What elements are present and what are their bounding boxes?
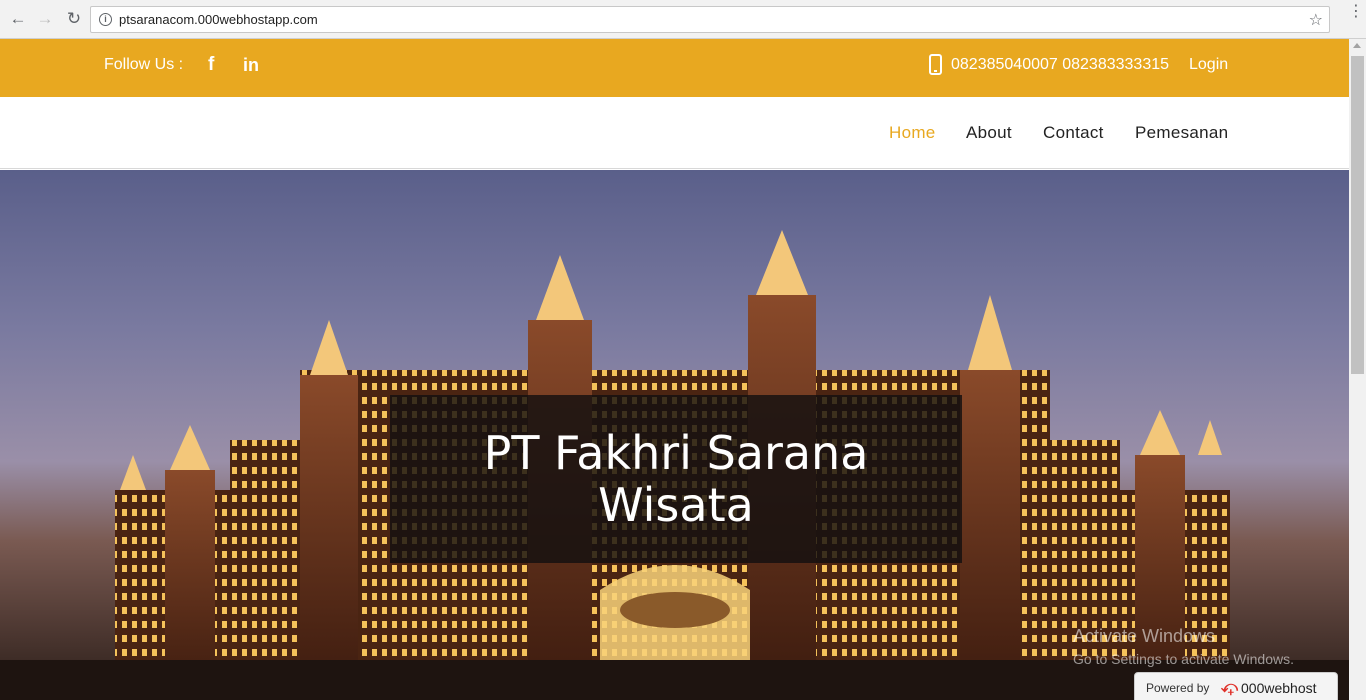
facebook-icon[interactable]: f: [208, 54, 214, 76]
phone-icon: [929, 54, 942, 75]
main-navbar: Home About Contact Pemesanan: [0, 97, 1349, 169]
more-vert-icon[interactable]: ⋮: [1348, 4, 1364, 28]
info-icon[interactable]: i: [99, 13, 112, 26]
back-button[interactable]: ←: [8, 9, 28, 29]
top-info-bar: Follow Us : f in 082385040007 0823833333…: [0, 39, 1349, 97]
nav-contact[interactable]: Contact: [1043, 123, 1104, 143]
powered-by-label: Powered by: [1146, 681, 1210, 695]
powered-by-badge[interactable]: Powered by ⤽ 000webhost: [1134, 672, 1338, 700]
hero-title-line1: PT Fakhri Sarana: [483, 426, 869, 480]
nav-home[interactable]: Home: [889, 123, 936, 143]
browser-toolbar: ← → ↻ i ptsaranacom.000webhostapp.com ☆ …: [0, 0, 1366, 39]
scroll-thumb[interactable]: [1351, 56, 1364, 374]
page-scrollbar[interactable]: [1349, 39, 1366, 700]
hero-banner: PT Fakhri Sarana Wisata Activate Windows…: [0, 170, 1349, 700]
nav-about[interactable]: About: [966, 123, 1012, 143]
nav-pemesanan[interactable]: Pemesanan: [1135, 123, 1228, 143]
webhost-brand: 000webhost: [1241, 680, 1317, 696]
activate-windows-subtitle: Go to Settings to activate Windows.: [1073, 651, 1294, 667]
hero-title: PT Fakhri Sarana Wisata: [390, 427, 962, 531]
hero-title-line2: Wisata: [598, 478, 754, 532]
url-text[interactable]: ptsaranacom.000webhostapp.com: [119, 12, 318, 27]
follow-us-label: Follow Us :: [104, 56, 184, 73]
web-page: Follow Us : f in 082385040007 0823833333…: [0, 39, 1349, 700]
reload-button[interactable]: ↻: [64, 9, 84, 29]
scroll-up-arrow-icon[interactable]: [1353, 43, 1361, 48]
webhost-logo-icon: ⤽: [1221, 679, 1239, 696]
star-icon[interactable]: ☆: [1309, 10, 1323, 30]
login-link[interactable]: Login: [1189, 56, 1228, 74]
address-bar[interactable]: i ptsaranacom.000webhostapp.com ☆: [90, 6, 1330, 33]
hero-title-box: PT Fakhri Sarana Wisata: [390, 395, 962, 563]
activate-windows-title: Activate Windows: [1073, 626, 1216, 646]
phone-numbers: 082385040007 082383333315: [951, 56, 1170, 73]
linkedin-icon[interactable]: in: [243, 55, 259, 76]
forward-button[interactable]: →: [35, 9, 55, 29]
